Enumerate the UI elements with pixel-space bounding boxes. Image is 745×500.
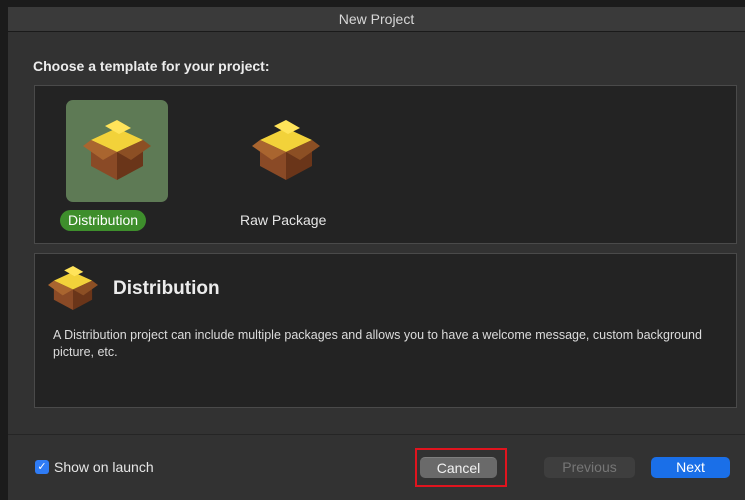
- package-box-icon: [252, 120, 320, 180]
- checkmark-icon: ✓: [37, 461, 47, 473]
- template-raw-package[interactable]: Raw Package: [231, 86, 351, 245]
- window-title: New Project: [8, 7, 745, 32]
- template-distribution[interactable]: Distribution: [60, 86, 182, 245]
- description-text: A Distribution project can include multi…: [53, 328, 702, 359]
- description-title: Distribution: [113, 278, 220, 299]
- next-button[interactable]: Next: [651, 457, 730, 478]
- cancel-button[interactable]: Cancel: [420, 457, 497, 478]
- show-on-launch-label: Show on launch: [54, 459, 154, 475]
- template-distribution-label: Distribution: [60, 210, 147, 231]
- template-list: Distribution Raw Package: [34, 85, 737, 244]
- template-description-panel: Distribution A Distribution project can …: [34, 253, 737, 408]
- new-project-window: New Project Choose a template for your p…: [8, 7, 745, 500]
- show-on-launch-checkbox[interactable]: ✓: [35, 460, 49, 474]
- template-distribution-selection: [66, 100, 168, 202]
- show-on-launch-toggle[interactable]: ✓ Show on launch: [35, 458, 154, 476]
- template-raw-package-label: Raw Package: [240, 212, 327, 228]
- footer-divider: [8, 434, 745, 435]
- package-box-icon: [48, 265, 98, 311]
- template-chooser-heading: Choose a template for your project:: [33, 58, 270, 74]
- package-box-icon: [83, 120, 151, 180]
- template-raw-package-tile: [235, 100, 337, 202]
- previous-button[interactable]: Previous: [544, 457, 635, 478]
